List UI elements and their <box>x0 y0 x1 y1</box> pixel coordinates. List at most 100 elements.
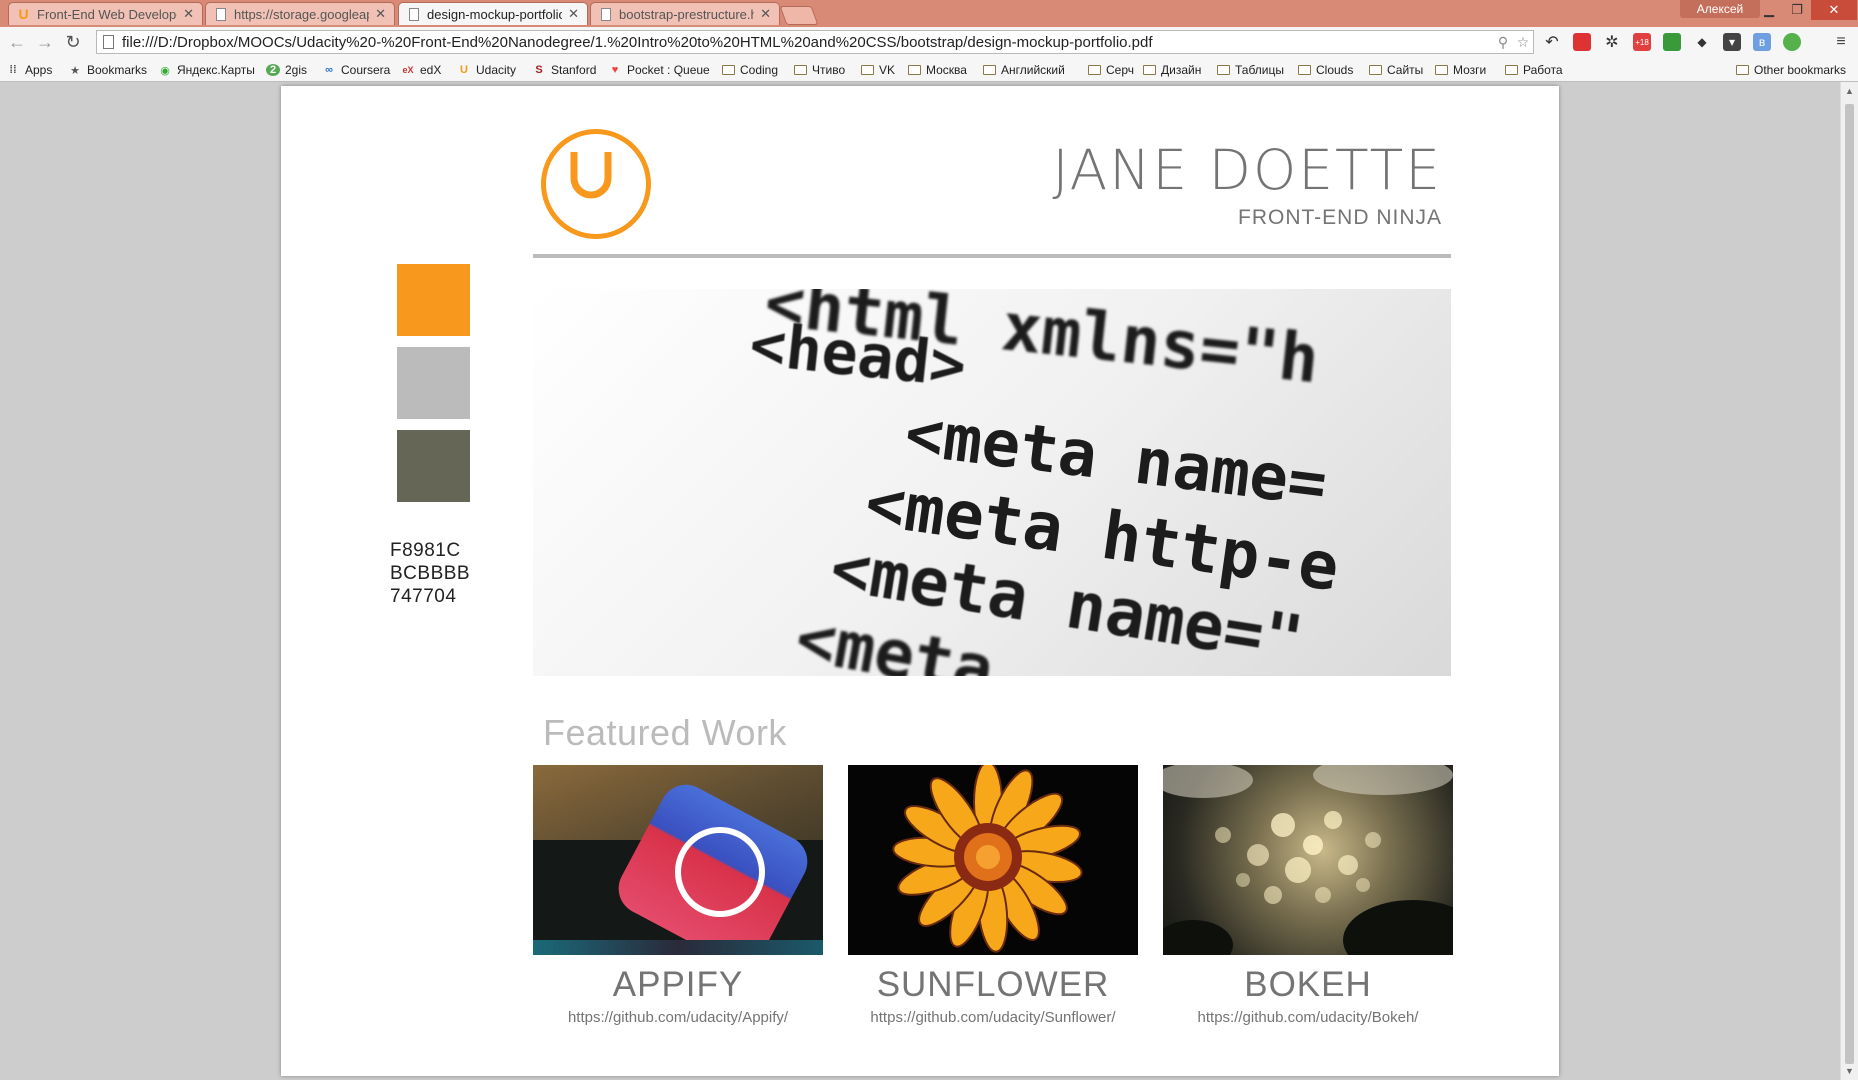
bookmark-pocket[interactable]: ♥ Pocket : Queue <box>608 61 710 79</box>
bokeh-lights-photo <box>1163 765 1453 955</box>
bookmark-folder-work[interactable]: Работа <box>1505 61 1563 79</box>
scrollbar-thumb[interactable] <box>1845 104 1854 1064</box>
url-text: file:///D:/Dropbox/MOOCs/Udacity%20-%20F… <box>122 33 1153 51</box>
folder-icon <box>1435 65 1448 75</box>
bookmark-bookmarks[interactable]: ★ Bookmarks <box>68 61 147 79</box>
stanford-icon: S <box>535 64 543 76</box>
app-store-icon-photo <box>533 765 823 955</box>
folder-icon <box>1736 65 1749 75</box>
tab-design-mockup[interactable]: design-mockup-portfolio ✕ <box>398 2 588 25</box>
bookmark-folder-design[interactable]: Дизайн <box>1143 61 1201 79</box>
apps-grid-icon: ⁞⁞ <box>9 64 17 76</box>
palette-swatch-gray <box>397 347 470 419</box>
bookmark-folder-moscow[interactable]: Москва <box>908 61 967 79</box>
palette-hex-label: BCBBBB <box>390 563 471 584</box>
bookmark-folder-sites[interactable]: Сайты <box>1369 61 1423 79</box>
tab-front-end[interactable]: U Front-End Web Develope ✕ <box>8 2 203 25</box>
bookmarks-bar: ⁞⁞ Apps ★ Bookmarks ◉ Яндекс.Карты 2 2gis ∞ C… <box>0 58 1858 82</box>
close-icon[interactable]: ✕ <box>375 6 386 22</box>
bookmark-folder-tables[interactable]: Таблицы <box>1217 61 1284 79</box>
coursera-icon: ∞ <box>325 64 333 76</box>
location-icon[interactable] <box>1783 33 1801 51</box>
bookmark-2gis[interactable]: 2 2gis <box>266 61 307 79</box>
window-close-icon[interactable]: ✕ <box>1811 0 1857 20</box>
screenshot-ext-icon[interactable] <box>1663 33 1681 51</box>
bookmark-apps[interactable]: ⁞⁞ Apps <box>6 61 52 79</box>
folder-icon <box>1217 65 1230 75</box>
star-icon: ★ <box>70 64 80 77</box>
scroll-up-icon[interactable]: ▲ <box>1845 86 1854 96</box>
forward-arrow-icon[interactable]: → <box>34 31 56 53</box>
tab-title: design-mockup-portfolio <box>427 6 563 22</box>
project-title: BOKEH <box>1244 965 1372 1004</box>
edx-icon: eX <box>402 65 414 75</box>
project-card: SUNFLOWER https://github.com/udacity/Sun… <box>848 765 1138 1026</box>
back-arrow-icon[interactable]: ← <box>6 31 28 53</box>
close-icon[interactable]: ✕ <box>183 6 194 22</box>
udacity-icon: U <box>460 64 468 76</box>
site-name: JANE DOETTE <box>1052 138 1442 202</box>
badge-text: +18 <box>1635 37 1649 47</box>
bookmark-folder-chtivo[interactable]: Чтиво <box>794 61 845 79</box>
tab-storage[interactable]: https://storage.googleap ✕ <box>205 2 395 25</box>
sunflower-photo <box>848 765 1138 955</box>
bookmark-coursera[interactable]: ∞ Coursera <box>322 61 390 79</box>
tab-title: bootstrap-prestructure.ht <box>619 6 755 22</box>
bookmark-folder-coding[interactable]: Coding <box>722 61 778 79</box>
scroll-down-icon[interactable]: ▼ <box>1845 1066 1854 1076</box>
folder-icon <box>983 65 996 75</box>
palette-swatch-dark <box>397 430 470 502</box>
palette-hex-label: 747704 <box>390 586 457 607</box>
bookmark-udacity[interactable]: U Udacity <box>457 61 516 79</box>
folder-icon <box>722 65 735 75</box>
history-icon[interactable]: ↶ <box>1543 33 1561 51</box>
project-link[interactable]: https://github.com/udacity/Appify/ <box>533 1009 823 1026</box>
adult-filter-icon[interactable]: +18 <box>1633 33 1651 51</box>
folder-icon <box>908 65 921 75</box>
project-title: APPIFY <box>612 965 744 1004</box>
maximize-icon[interactable]: ❐ <box>1783 0 1811 20</box>
folder-icon <box>794 65 807 75</box>
folder-icon <box>1505 65 1518 75</box>
vertical-scrollbar[interactable]: ▲ ▼ <box>1840 82 1858 1080</box>
udacity-icon: U <box>18 6 29 22</box>
address-bar[interactable]: file:///D:/Dropbox/MOOCs/Udacity%20-%20F… <box>96 30 1534 54</box>
reload-icon[interactable]: ↻ <box>62 31 84 53</box>
project-link[interactable]: https://github.com/udacity/Bokeh/ <box>1163 1009 1453 1026</box>
user-profile-button[interactable]: Алексей <box>1680 0 1760 18</box>
bookmark-folder-english[interactable]: Английский <box>983 61 1065 79</box>
bookmark-yandex-maps[interactable]: ◉ Яндекс.Карты <box>158 61 255 79</box>
gear-icon[interactable]: ✲ <box>1603 33 1621 51</box>
bookmark-folder-vk[interactable]: VK <box>861 61 895 79</box>
project-link[interactable]: https://github.com/udacity/Sunflower/ <box>848 1009 1138 1026</box>
folder-icon <box>1143 65 1156 75</box>
folder-icon <box>1298 65 1311 75</box>
vk-icon[interactable]: в <box>1753 33 1771 51</box>
yandex-maps-icon: ◉ <box>160 64 170 77</box>
bookmark-folder-search[interactable]: Серч <box>1088 61 1134 79</box>
bookmark-folder-brains[interactable]: Мозги <box>1435 61 1486 79</box>
minimize-icon[interactable]: ▁ <box>1755 0 1783 20</box>
bookmark-stanford[interactable]: S Stanford <box>532 61 596 79</box>
featured-work-heading: Featured Work <box>543 712 787 753</box>
header-divider <box>533 254 1451 258</box>
bookmark-folder-clouds[interactable]: Clouds <box>1298 61 1353 79</box>
palette-hex-label: F8981C <box>390 540 461 561</box>
evernote-icon[interactable]: ◆ <box>1693 33 1711 51</box>
star-icon[interactable]: ☆ <box>1513 34 1533 51</box>
logo: U <box>541 129 651 239</box>
menu-icon[interactable]: ≡ <box>1832 33 1850 51</box>
site-subtitle: FRONT-END NINJA <box>1238 206 1442 229</box>
pocket-icon: ♥ <box>611 64 619 76</box>
hero-image: <html xmlns="h <head> <meta name= <meta … <box>533 289 1451 676</box>
project-title: SUNFLOWER <box>876 965 1110 1004</box>
bookmark-other[interactable]: Other bookmarks <box>1736 61 1846 79</box>
close-icon[interactable]: ✕ <box>568 6 579 22</box>
bookmark-edx[interactable]: eX edX <box>401 61 441 79</box>
bookmark-ext-icon[interactable] <box>1573 33 1591 51</box>
pocket-icon[interactable]: ▾ <box>1723 33 1741 51</box>
new-tab-button[interactable] <box>779 6 819 25</box>
close-icon[interactable]: ✕ <box>760 6 771 22</box>
search-icon[interactable]: ⚲ <box>1493 34 1513 51</box>
tab-bootstrap[interactable]: bootstrap-prestructure.ht ✕ <box>590 2 780 25</box>
